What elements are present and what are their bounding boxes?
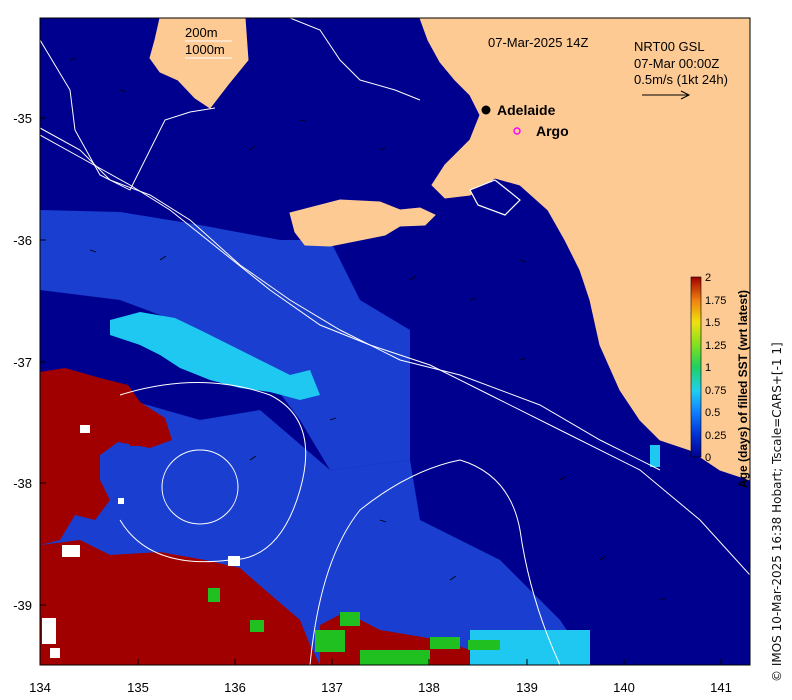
y-tick-label: -35 <box>13 111 32 126</box>
x-tick-label: 135 <box>127 680 149 695</box>
colorbar-tick: 0.75 <box>705 385 726 397</box>
colorbar-tick: 1 <box>705 362 711 374</box>
y-axis-labels: -35 -36 -37 -38 -39 <box>13 111 32 613</box>
y-tick-label: -36 <box>13 233 32 248</box>
place-label-adelaide: Adelaide <box>497 102 556 118</box>
colorbar-tick: 1.25 <box>705 340 726 352</box>
x-tick-label: 137 <box>321 680 343 695</box>
x-tick-label: 136 <box>224 680 246 695</box>
isobath-label-1000: 1000m <box>185 42 225 57</box>
colorbar <box>690 276 702 458</box>
colorbar-label: Age (days) of filled SST (wrt latest) <box>736 290 750 488</box>
colorbar-tick: 1.75 <box>705 295 726 307</box>
y-tick-label: -38 <box>13 476 32 491</box>
place-label-argo: Argo <box>536 123 569 139</box>
colorbar-gradient <box>690 276 702 458</box>
x-tick-label: 139 <box>516 680 538 695</box>
colorbar-tick: 1.5 <box>705 317 720 329</box>
y-tick-label: -39 <box>13 598 32 613</box>
colorbar-tick: 0 <box>705 452 711 464</box>
credit-text: © IMOS 10-Mar-2025 16:38 Hobart; Tscale=… <box>770 342 784 682</box>
adelaide-marker-icon <box>481 105 491 115</box>
map-time-title: 07-Mar-2025 14Z <box>488 35 588 50</box>
isobath-label-200: 200m <box>185 25 218 40</box>
x-tick-label: 141 <box>710 680 732 695</box>
sst-age-map: 134 135 136 137 138 139 140 141 -35 -36 … <box>13 17 751 695</box>
current-time-label: 07-Mar 00:00Z <box>634 56 719 71</box>
colorbar-tick: 0.5 <box>705 407 720 419</box>
current-scale-label: 0.5m/s (1kt 24h) <box>634 72 728 87</box>
map-plot-area <box>40 18 750 665</box>
x-tick-label: 140 <box>613 680 635 695</box>
x-tick-label: 138 <box>418 680 440 695</box>
y-tick-label: -37 <box>13 355 32 370</box>
colorbar-tick: 0.25 <box>705 430 726 442</box>
x-axis-labels: 134 135 136 137 138 139 140 141 <box>29 680 732 695</box>
x-tick-label: 134 <box>29 680 51 695</box>
colorbar-tick: 2 <box>705 272 711 284</box>
product-label: NRT00 GSL <box>634 39 705 54</box>
